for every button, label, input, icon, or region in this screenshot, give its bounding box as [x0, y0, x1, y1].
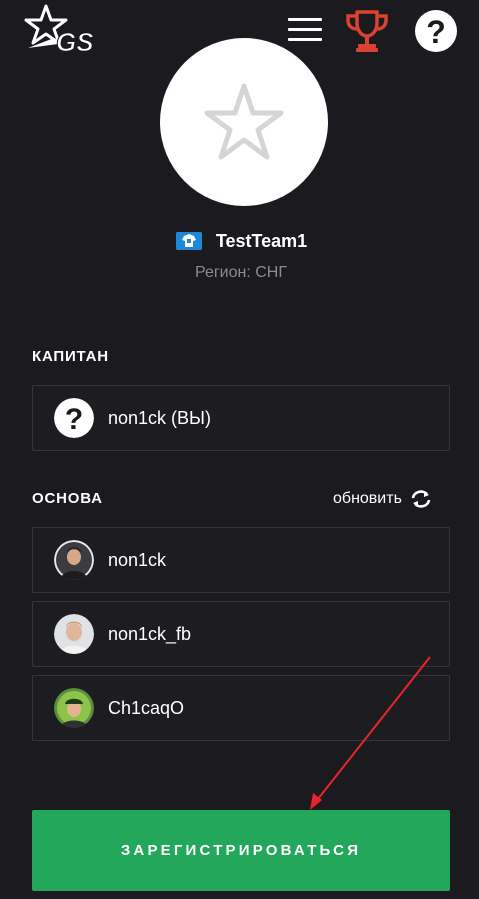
- player-name: Ch1caqO: [108, 697, 185, 718]
- roster-player-card[interactable]: non1ck_fb: [32, 601, 450, 667]
- question-icon: ?: [415, 10, 457, 52]
- captain-avatar: ?: [54, 398, 94, 438]
- trophy-icon: [346, 10, 388, 52]
- logo-text: GS: [56, 27, 94, 57]
- roster-player-card[interactable]: non1ck: [32, 527, 450, 593]
- trophy-button[interactable]: [343, 7, 391, 55]
- player-avatar: [54, 688, 94, 728]
- captain-card[interactable]: ? non1ck (ВЫ): [32, 385, 450, 451]
- roster-player-card[interactable]: Ch1caqO: [32, 675, 450, 741]
- player-name: non1ck: [108, 549, 167, 570]
- team-avatar: [160, 38, 328, 206]
- register-button-label: ЗАРЕГИСТРИРОВАТЬСЯ: [120, 842, 362, 859]
- team-registration-page: GS ? TestTeam1 Регион: СНГ КАПИТАН ? non…: [0, 0, 479, 899]
- captain-section-title: КАПИТАН: [32, 348, 109, 365]
- star-outline-icon: [204, 83, 284, 160]
- refresh-label: обновить: [333, 490, 402, 507]
- hamburger-line: [288, 28, 322, 31]
- help-button[interactable]: ?: [414, 9, 458, 53]
- gs-logo[interactable]: GS: [24, 4, 104, 60]
- register-button[interactable]: ЗАРЕГИСТРИРОВАТЬСЯ: [32, 810, 450, 891]
- player-avatar: [54, 540, 94, 580]
- svg-text:?: ?: [65, 403, 83, 436]
- question-icon: ?: [54, 398, 94, 438]
- player-name: non1ck_fb: [108, 623, 192, 644]
- player-photo-icon: [54, 688, 94, 728]
- captain-name: non1ck (ВЫ): [108, 407, 211, 428]
- hamburger-menu-icon: [288, 18, 322, 21]
- player-photo-icon: [54, 614, 94, 654]
- team-flag-icon: [175, 232, 202, 250]
- svg-text:?: ?: [426, 14, 446, 50]
- team-region: Регион: СНГ: [194, 264, 288, 281]
- team-name-row: TestTeam1: [0, 228, 479, 254]
- team-name: TestTeam1: [215, 230, 308, 251]
- refresh-button[interactable]: обновить: [333, 488, 432, 510]
- player-photo-icon: [54, 540, 94, 580]
- player-avatar: [54, 614, 94, 654]
- refresh-icon: [411, 490, 431, 508]
- roster-section-title: ОСНОВА: [32, 490, 103, 507]
